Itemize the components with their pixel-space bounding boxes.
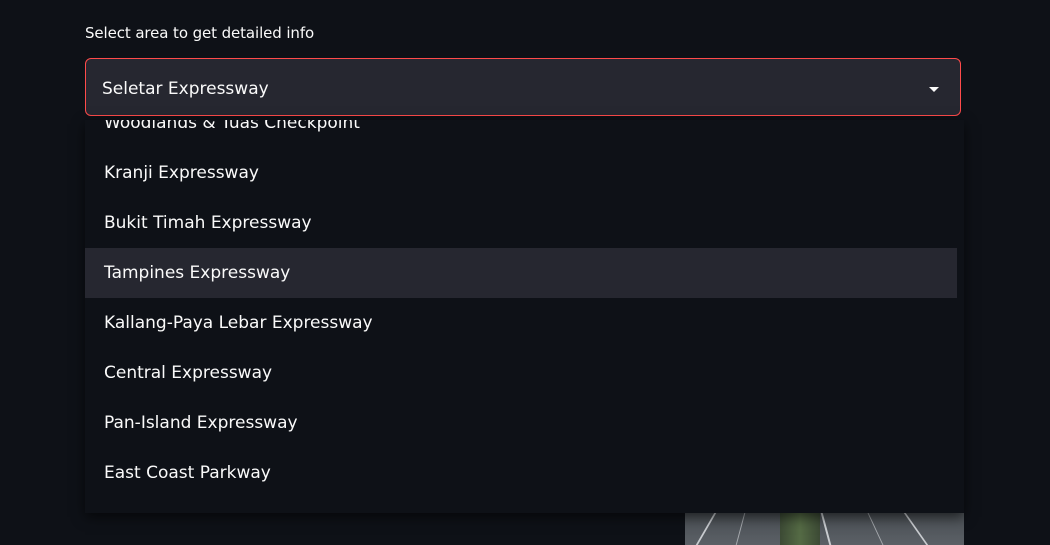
select-label: Select area to get detailed info: [85, 24, 315, 42]
dropdown-option[interactable]: Central Expressway: [85, 348, 957, 398]
dropdown-option-highlighted[interactable]: Tampines Expressway: [85, 248, 957, 298]
dropdown-option[interactable]: Bukit Timah Expressway: [85, 198, 957, 248]
dropdown-option[interactable]: Kallang-Paya Lebar Expressway: [85, 298, 957, 348]
dropdown-option[interactable]: East Coast Parkway: [85, 448, 957, 498]
dropdown-menu: Woodlands & Tuas Checkpoint Kranji Expre…: [85, 120, 964, 513]
dropdown-option[interactable]: Woodlands & Tuas Checkpoint: [85, 120, 957, 148]
dropdown-scrollbar[interactable]: [957, 120, 964, 513]
chevron-down-icon[interactable]: [929, 87, 939, 92]
dropdown-option[interactable]: Pan-Island Expressway: [85, 398, 957, 448]
traffic-camera-image: [685, 513, 964, 545]
dropdown-option[interactable]: Kranji Expressway: [85, 148, 957, 198]
area-select[interactable]: Seletar Expressway: [85, 58, 961, 116]
page: Select area to get detailed info Seletar…: [0, 0, 1050, 545]
select-value: Seletar Expressway: [102, 79, 269, 99]
